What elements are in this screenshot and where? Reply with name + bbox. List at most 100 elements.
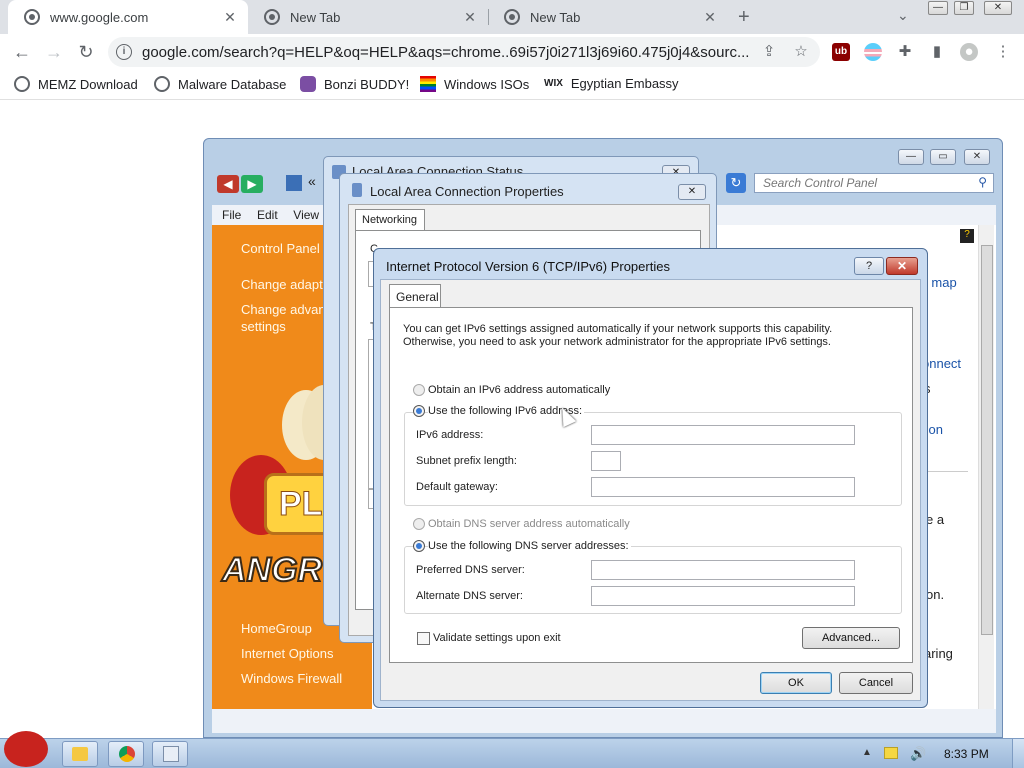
dialog-body: General You can get IPv6 settings assign… <box>380 279 921 701</box>
tab-general[interactable]: General <box>389 284 441 308</box>
advanced-button[interactable]: Advanced... <box>802 627 900 649</box>
minimize-button[interactable]: — <box>928 1 948 15</box>
taskbar-chrome-button[interactable] <box>108 741 144 767</box>
bookmark-star-icon[interactable]: ☆ <box>792 43 810 61</box>
tab-google[interactable]: www.google.com ✕ <box>8 0 248 34</box>
breadcrumb-chevron-icon[interactable]: « <box>308 173 316 189</box>
show-desktop-button[interactable] <box>1012 739 1024 768</box>
bookmark-label: Malware Database <box>178 76 287 92</box>
cp-minimize-button[interactable]: — <box>898 149 924 165</box>
share-icon[interactable]: ⇪ <box>760 43 778 61</box>
scroll-thumb[interactable] <box>981 245 993 635</box>
cp-maximize-button[interactable]: ▭ <box>930 149 956 165</box>
link-windows-firewall[interactable]: Windows Firewall <box>241 671 342 686</box>
link-homegroup[interactable]: HomeGroup <box>241 621 312 636</box>
action-center-flag-icon[interactable] <box>884 747 898 759</box>
volume-icon[interactable]: 🔊 <box>910 746 926 762</box>
forward-arrow-icon[interactable]: ▶ <box>241 175 263 193</box>
start-button-angry-bird-icon[interactable] <box>4 731 48 767</box>
rainbow-flag-icon <box>420 76 436 92</box>
tab-title: New Tab <box>290 9 341 25</box>
menu-edit[interactable]: Edit <box>257 205 278 225</box>
address-bar[interactable]: i google.com/search?q=HELP&oq=HELP&aqs=c… <box>108 37 820 67</box>
bookmark-egyptian-embassy[interactable]: WIX Egyptian Embassy <box>544 76 679 91</box>
clock[interactable]: 8:33 PM <box>944 747 989 761</box>
tab-title: New Tab <box>530 9 581 25</box>
control-panel-icon <box>163 746 179 762</box>
validate-checkbox[interactable] <box>417 632 430 645</box>
link-change-adapter[interactable]: Change adapt <box>241 277 323 292</box>
menu-file[interactable]: File <box>222 205 241 225</box>
subnet-prefix-input[interactable] <box>591 451 621 471</box>
back-arrow-icon[interactable]: ← <box>12 42 32 62</box>
profile-avatar-icon[interactable]: ● <box>960 43 978 61</box>
cp-close-button[interactable]: ✕ <box>964 149 990 165</box>
ipv6-address-input[interactable] <box>591 425 855 445</box>
close-tab-icon[interactable]: ✕ <box>702 9 718 26</box>
bookmark-label: Bonzi BUDDY! <box>324 76 410 92</box>
tab-new-2[interactable]: New Tab ✕ <box>488 0 728 34</box>
radio-use-following-dns[interactable] <box>413 540 425 552</box>
bookmark-bonzi[interactable]: Bonzi BUDDY! <box>300 76 409 92</box>
label-validate[interactable]: Validate settings upon exit <box>433 632 561 644</box>
default-gateway-input[interactable] <box>591 477 855 497</box>
help-icon[interactable]: ? <box>960 229 974 243</box>
refresh-icon[interactable]: ↻ <box>726 173 746 193</box>
close-button[interactable]: ✕ <box>886 257 918 275</box>
label-ipv6-address: IPv6 address: <box>416 429 484 441</box>
network-icon <box>352 183 362 197</box>
extensions-puzzle-icon[interactable]: ✚ <box>896 43 914 61</box>
cp-scrollbar[interactable] <box>978 225 994 709</box>
label-obtain-ipv6-auto[interactable]: Obtain an IPv6 address automatically <box>428 384 610 396</box>
menu-view[interactable]: View <box>293 205 319 225</box>
tab-search-chevron-icon[interactable]: ⌄ <box>897 7 909 24</box>
browser-tab-strip: www.google.com ✕ New Tab ✕ New Tab ✕ + ⌄… <box>0 0 1024 34</box>
ipv6-properties-dialog: Internet Protocol Version 6 (TCP/IPv6) P… <box>373 248 928 708</box>
close-tab-icon[interactable]: ✕ <box>222 9 238 26</box>
reload-icon[interactable]: ↻ <box>76 42 96 62</box>
link-change-advanced[interactable]: Change advan <box>241 302 326 317</box>
close-button[interactable]: ✕ <box>678 184 706 200</box>
lac-props-title: Local Area Connection Properties <box>370 184 564 199</box>
restore-button[interactable]: ❐ <box>954 1 974 15</box>
ublock-icon[interactable]: ub <box>832 43 850 61</box>
tab-new-1[interactable]: New Tab ✕ <box>248 0 488 34</box>
bookmark-memz[interactable]: MEMZ Download <box>14 76 138 92</box>
cp-search-input[interactable]: Search Control Panel ⚲ <box>754 173 994 193</box>
label-subnet-prefix: Subnet prefix length: <box>416 455 517 467</box>
tab-networking[interactable]: Networking <box>355 209 425 231</box>
back-arrow-icon[interactable]: ◀ <box>217 175 239 193</box>
side-panel-icon[interactable]: ▮ <box>928 43 946 61</box>
radio-use-following-ipv6[interactable] <box>413 405 425 417</box>
close-window-button[interactable]: ✕ <box>984 1 1012 15</box>
ok-button[interactable]: OK <box>760 672 832 694</box>
help-button[interactable]: ? <box>854 257 884 275</box>
show-hidden-icons-chevron-icon[interactable]: ▲ <box>862 747 872 758</box>
forward-arrow-icon[interactable]: → <box>44 42 64 62</box>
extension-flag-icon[interactable] <box>864 43 882 61</box>
cancel-button[interactable]: Cancel <box>839 672 913 694</box>
taskbar-explorer-button[interactable] <box>62 741 98 767</box>
radio-obtain-dns-auto[interactable] <box>413 518 425 530</box>
cp-search-placeholder: Search Control Panel <box>763 176 878 190</box>
alternate-dns-input[interactable] <box>591 586 855 606</box>
address-url[interactable]: google.com/search?q=HELP&oq=HELP&aqs=chr… <box>142 44 749 61</box>
site-info-icon[interactable]: i <box>116 44 132 60</box>
bookmark-windows-isos[interactable]: Windows ISOs <box>420 76 529 92</box>
new-tab-plus-icon[interactable]: + <box>738 6 750 29</box>
label-obtain-dns-auto[interactable]: Obtain DNS server address automatically <box>428 518 630 530</box>
more-menu-icon[interactable]: ⋮ <box>994 43 1012 61</box>
taskbar-control-panel-button[interactable] <box>152 741 188 767</box>
label-alternate-dns: Alternate DNS server: <box>416 590 523 602</box>
bonzi-icon <box>300 76 316 92</box>
label-use-following-dns[interactable]: Use the following DNS server addresses: <box>428 540 631 552</box>
link-control-panel[interactable]: Control Panel <box>241 241 320 256</box>
preferred-dns-input[interactable] <box>591 560 855 580</box>
bookmark-malware-db[interactable]: Malware Database <box>154 76 286 92</box>
link-settings[interactable]: settings <box>241 319 286 334</box>
link-internet-options[interactable]: Internet Options <box>241 646 334 661</box>
search-icon[interactable]: ⚲ <box>978 175 987 189</box>
close-tab-icon[interactable]: ✕ <box>462 9 478 26</box>
radio-obtain-ipv6-auto[interactable] <box>413 384 425 396</box>
general-panel: You can get IPv6 settings assigned autom… <box>389 307 913 663</box>
